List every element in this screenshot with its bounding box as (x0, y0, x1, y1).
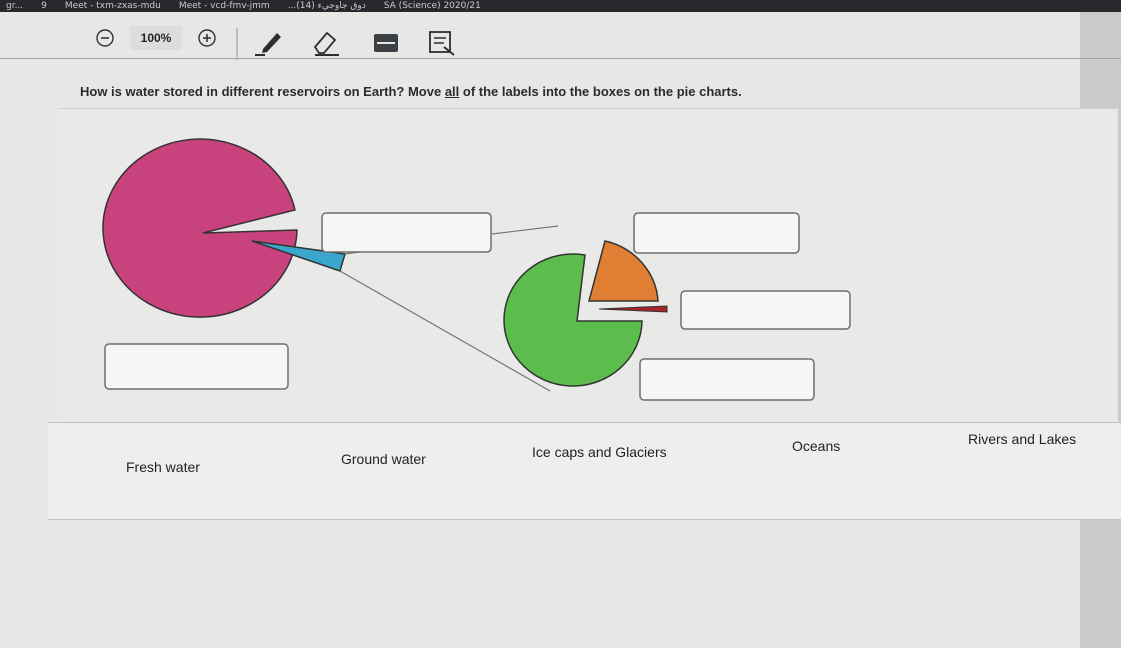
toolbar: 100% (0, 12, 1121, 60)
app-window: 100% How is water stored in different re… (0, 12, 1121, 648)
label-ice-caps-and-glaciers[interactable]: Ice caps and Glaciers (532, 444, 667, 460)
browser-tab[interactable]: gr... (6, 1, 23, 11)
leader-line (491, 225, 559, 235)
question-text-end: of the labels into the boxes on the pie … (459, 84, 742, 99)
eraser-icon (313, 31, 339, 56)
zoom-level: 100% (130, 26, 182, 50)
label-rivers-and-lakes[interactable]: Rivers and Lakes (968, 431, 1076, 447)
drop-box[interactable] (680, 290, 851, 330)
notes-icon (429, 31, 455, 56)
browser-tab[interactable]: ...دوق جاوجيء (14) (288, 1, 366, 11)
label-fresh-water[interactable]: Fresh water (126, 459, 200, 475)
zoom-out-icon (96, 29, 114, 47)
zoom-in-button[interactable] (195, 26, 219, 50)
browser-tab[interactable]: 9 (41, 1, 47, 11)
drop-box[interactable] (104, 343, 289, 390)
pen-tool-button[interactable] (252, 28, 288, 58)
toolbar-divider (236, 28, 238, 60)
eraser-tool-button[interactable] (308, 28, 344, 58)
label-oceans[interactable]: Oceans (792, 438, 840, 454)
pie-charts-canvas (102, 138, 851, 401)
question-prompt: How is water stored in different reservo… (80, 84, 742, 99)
drop-box[interactable] (321, 212, 492, 253)
highlighter-icon (374, 34, 398, 52)
question-emphasis: all (444, 84, 460, 99)
pie-chart-workspace (58, 108, 1118, 431)
drop-box[interactable] (633, 212, 800, 254)
zoom-out-button[interactable] (93, 26, 117, 50)
label-ground-water[interactable]: Ground water (341, 451, 426, 467)
big-pie-main-slice (102, 138, 298, 318)
zoom-in-icon (198, 29, 216, 47)
browser-tab[interactable]: SA (Science) 2020/21 (384, 1, 481, 11)
browser-tab-strip: gr... 9 Meet - txm-zxas-mdu Meet - vcd-f… (0, 0, 1121, 12)
draggable-labels-tray: Fresh water Ground water Ice caps and Gl… (48, 422, 1121, 520)
small-pie-thin-slice (598, 305, 668, 313)
question-text-start: How is water stored in different reservo… (80, 84, 445, 99)
notes-tool-button[interactable] (424, 28, 460, 58)
highlighter-tool-button[interactable] (368, 28, 404, 58)
pen-icon (255, 33, 281, 56)
browser-tab[interactable]: Meet - txm-zxas-mdu (65, 1, 161, 11)
drop-box[interactable] (639, 358, 815, 401)
browser-tab[interactable]: Meet - vcd-fmv-jmm (179, 1, 270, 11)
